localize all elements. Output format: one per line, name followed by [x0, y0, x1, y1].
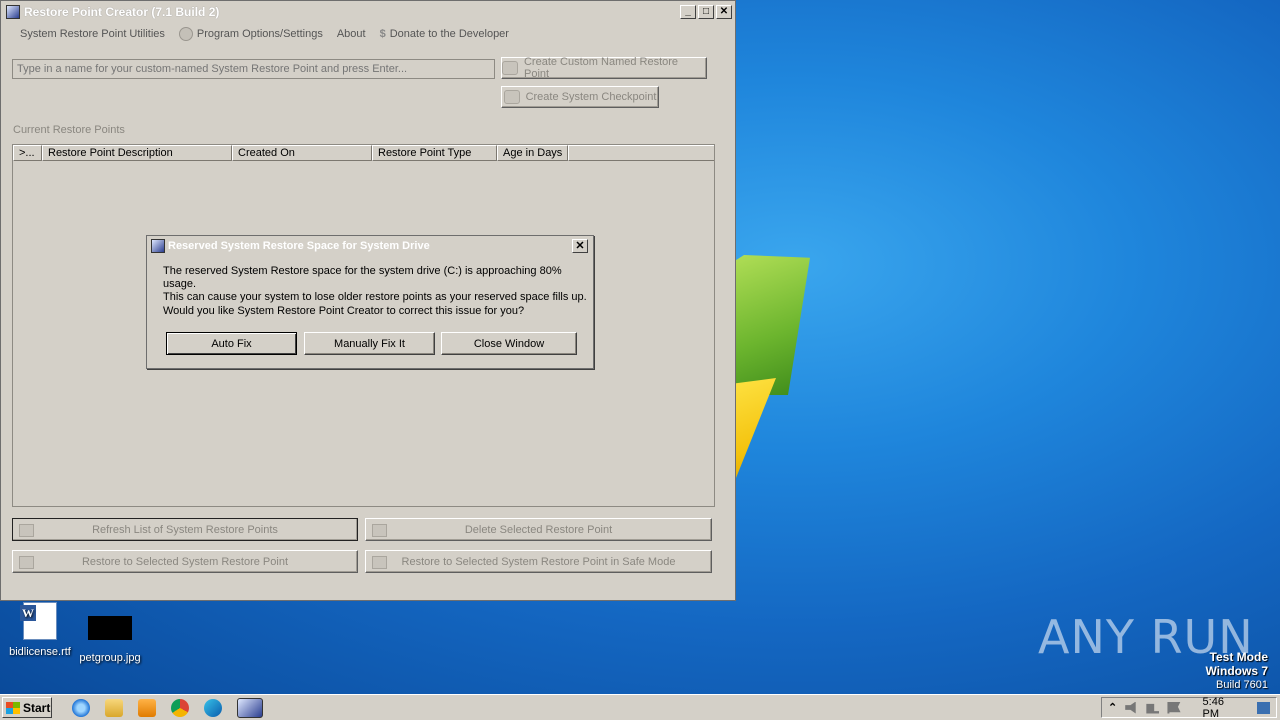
- trash-icon: [372, 524, 387, 537]
- gear-icon: [178, 27, 193, 41]
- restore-safe-mode-button[interactable]: Restore to Selected System Restore Point…: [365, 550, 712, 573]
- restore-point-creator-icon[interactable]: [237, 697, 263, 718]
- main-window: Restore Point Creator (7.1 Build 2) _ □ …: [0, 0, 736, 601]
- restore-button[interactable]: Restore to Selected System Restore Point: [12, 550, 358, 573]
- button-label: Restore to Selected System Restore Point…: [401, 555, 676, 568]
- media-player-icon[interactable]: [138, 698, 156, 717]
- dialog-title: Reserved System Restore Space for System…: [168, 240, 430, 252]
- dialog-title-bar[interactable]: Reserved System Restore Space for System…: [147, 236, 593, 256]
- menu-bar: System Restore Point Utilities Program O…: [1, 23, 735, 45]
- window-title: Restore Point Creator (7.1 Build 2): [24, 5, 220, 19]
- column-header-expand[interactable]: >...: [13, 145, 42, 161]
- show-hidden-icons-chevron-icon[interactable]: ⌃: [1108, 701, 1117, 714]
- taskbar: Start ⌃ 5:46 PM: [0, 694, 1280, 720]
- column-header-age[interactable]: Age in Days: [497, 145, 568, 161]
- menu-program-options[interactable]: Program Options/Settings: [172, 27, 330, 41]
- desktop-icon-petgroup[interactable]: petgroup.jpg: [70, 602, 150, 664]
- dialog-close-button[interactable]: ✕: [572, 239, 588, 253]
- restore-point-icon: [502, 61, 518, 75]
- button-label: Refresh List of System Restore Points: [92, 523, 278, 536]
- refresh-icon: [19, 524, 34, 537]
- image-file-icon: [88, 616, 132, 640]
- app-icon: [6, 5, 20, 19]
- delete-restore-point-button[interactable]: Delete Selected Restore Point: [365, 518, 712, 541]
- test-mode-text: Test Mode: [1209, 650, 1268, 664]
- manually-fix-button[interactable]: Manually Fix It: [304, 332, 435, 355]
- system-tray: ⌃ 5:46 PM: [1101, 696, 1277, 720]
- column-header-description[interactable]: Restore Point Description: [42, 145, 232, 161]
- action-center-flag-icon[interactable]: [1167, 701, 1181, 714]
- dollar-icon: $: [379, 28, 386, 40]
- restore-icon: [372, 556, 387, 569]
- restore-point-name-input[interactable]: [12, 59, 495, 79]
- internet-explorer-icon[interactable]: [72, 698, 90, 717]
- create-named-restore-point-button[interactable]: Create Custom Named Restore Point: [501, 56, 707, 80]
- button-label: Create Custom Named Restore Point: [523, 56, 679, 80]
- windows-flag-icon: [6, 701, 20, 714]
- os-text: Windows 7: [1205, 664, 1268, 678]
- app-icon: [151, 239, 165, 253]
- desktop-icon-bidlicense[interactable]: W bidlicense.rtf: [0, 602, 80, 658]
- start-label: Start: [23, 700, 51, 715]
- clock[interactable]: 5:46 PM: [1203, 696, 1241, 720]
- network-icon[interactable]: [1146, 703, 1160, 714]
- title-bar[interactable]: Restore Point Creator (7.1 Build 2) _ □ …: [1, 1, 735, 23]
- speaker-icon[interactable]: [1125, 701, 1136, 714]
- desktop-icon-label: bidlicense.rtf: [9, 646, 71, 658]
- dialog-message: The reserved System Restore space for th…: [163, 265, 588, 304]
- minimize-button[interactable]: _: [680, 5, 696, 19]
- test-mode-watermark: Test Mode Windows 7 Build 7601: [1205, 650, 1268, 692]
- button-label: Create System Checkpoint: [525, 91, 657, 103]
- menu-about[interactable]: About: [330, 28, 373, 40]
- menu-system-restore-point-utilities[interactable]: System Restore Point Utilities: [13, 28, 172, 40]
- create-system-checkpoint-button[interactable]: Create System Checkpoint: [501, 86, 659, 108]
- dialog-question: Would you like System Restore Point Crea…: [163, 305, 525, 317]
- reserved-space-dialog: Reserved System Restore Space for System…: [146, 235, 594, 369]
- auto-fix-button[interactable]: Auto Fix: [166, 332, 297, 355]
- column-header-created-on[interactable]: Created On: [232, 145, 372, 161]
- dialog-message-line: The reserved System Restore space for th…: [163, 265, 562, 290]
- build-text: Build 7601: [1216, 679, 1268, 691]
- column-header-type[interactable]: Restore Point Type: [372, 145, 497, 161]
- menu-donate[interactable]: $ Donate to the Developer: [373, 28, 516, 40]
- edge-icon[interactable]: [204, 698, 222, 717]
- button-label: Restore to Selected System Restore Point: [81, 555, 289, 568]
- close-window-button[interactable]: Close Window: [441, 332, 577, 355]
- current-restore-points-label: Current Restore Points: [13, 124, 125, 136]
- menu-label: About: [336, 28, 366, 40]
- button-label: Delete Selected Restore Point: [464, 523, 613, 536]
- desktop-icon-label: petgroup.jpg: [79, 652, 141, 664]
- column-header-filler: [568, 145, 714, 161]
- menu-label: Program Options/Settings: [196, 28, 323, 40]
- maximize-button[interactable]: □: [698, 5, 714, 19]
- restore-icon: [19, 556, 34, 569]
- dialog-message-line: This can cause your system to lose older…: [163, 291, 587, 303]
- list-header: >... Restore Point Description Created O…: [13, 145, 714, 161]
- restore-point-icon: [503, 90, 520, 104]
- menu-label: System Restore Point Utilities: [20, 28, 165, 40]
- explorer-folder-icon[interactable]: [105, 698, 123, 717]
- show-desktop-icon[interactable]: [1256, 701, 1271, 714]
- word-document-icon: W: [20, 602, 57, 640]
- chrome-icon[interactable]: [171, 698, 189, 717]
- start-button[interactable]: Start: [2, 697, 52, 718]
- refresh-restore-points-button[interactable]: Refresh List of System Restore Points: [12, 518, 358, 541]
- close-button[interactable]: ✕: [716, 5, 732, 19]
- menu-label: Donate to the Developer: [389, 28, 509, 40]
